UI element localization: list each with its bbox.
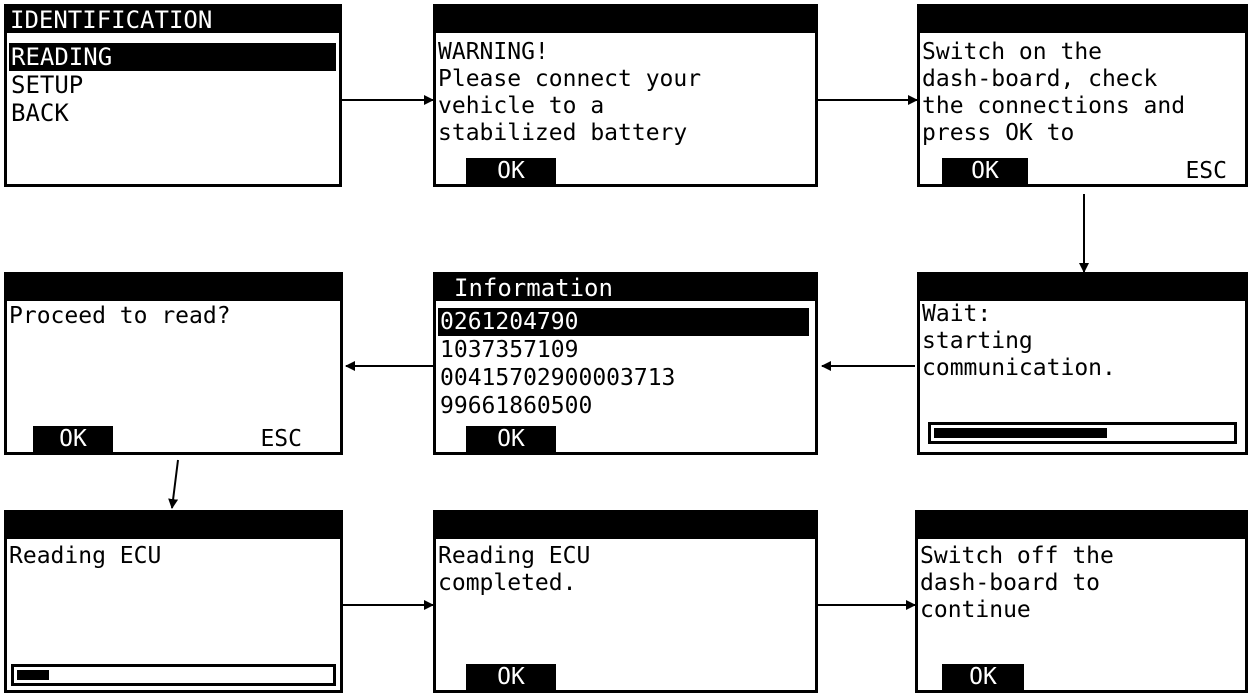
info-item-4[interactable]: 99661860500	[440, 392, 592, 420]
warning-line-2: Please connect your	[438, 66, 702, 92]
reading-line-1: Reading ECU	[9, 543, 162, 569]
ok-button[interactable]: OK	[466, 426, 556, 452]
wait-line-1: Wait:	[922, 301, 992, 327]
screen-titlebar	[436, 513, 815, 539]
screen-titlebar	[920, 275, 1245, 301]
screen-titlebar	[920, 7, 1245, 33]
menu-item-back[interactable]: BACK	[11, 99, 69, 127]
completed-line-2: completed.	[438, 570, 577, 596]
progress-bar	[928, 422, 1237, 444]
screen-title: Information	[436, 275, 815, 301]
ok-button[interactable]: OK	[942, 158, 1028, 184]
menu-item-setup[interactable]: SETUP	[11, 71, 83, 99]
ok-button[interactable]: OK	[466, 158, 556, 184]
completed-line-1: Reading ECU	[438, 543, 591, 569]
esc-button[interactable]: ESC	[260, 426, 302, 452]
switch-off-line-1: Switch off the	[920, 543, 1114, 569]
screen-proceed: Proceed to read? OK ESC	[4, 272, 343, 455]
screen-titlebar	[7, 275, 340, 301]
screen-titlebar	[436, 7, 815, 33]
switch-off-line-3: continue	[920, 597, 1031, 623]
switch-on-line-1: Switch on the	[922, 39, 1103, 65]
screen-warning: WARNING! Please connect your vehicle to …	[433, 4, 818, 187]
screen-wait: Wait: starting communication.	[917, 272, 1248, 455]
screen-titlebar	[7, 513, 340, 539]
ok-button[interactable]: OK	[942, 664, 1024, 690]
esc-button[interactable]: ESC	[1185, 158, 1227, 184]
wait-line-2: starting	[922, 328, 1033, 354]
wait-line-3: communication.	[922, 355, 1116, 381]
screen-completed: Reading ECU completed. OK	[433, 510, 818, 693]
progress-bar	[11, 664, 336, 686]
warning-line-4: stabilized battery	[438, 120, 688, 146]
switch-on-line-2: dash-board, check	[922, 66, 1158, 92]
arrow-proceed-to-reading	[168, 459, 179, 509]
screen-reading: Reading ECU	[4, 510, 343, 693]
screen-switch-on: Switch on the dash-board, check the conn…	[917, 4, 1248, 187]
progress-fill	[17, 670, 50, 680]
proceed-line-1: Proceed to read?	[9, 303, 231, 329]
switch-off-line-2: dash-board to	[920, 570, 1101, 596]
screen-information: Information 0261204790 1037357109 004157…	[433, 272, 818, 455]
screen-title: IDENTIFICATION	[7, 7, 339, 33]
info-item-3[interactable]: 00415702900003713	[440, 364, 675, 392]
info-item-1[interactable]: 0261204790	[438, 308, 809, 336]
screen-switch-off: Switch off the dash-board to continue OK	[915, 510, 1248, 693]
screen-identification: IDENTIFICATION READING SETUP BACK	[4, 4, 342, 187]
switch-on-line-3: the connections and	[922, 93, 1186, 119]
info-item-2[interactable]: 1037357109	[440, 336, 578, 364]
screen-titlebar	[918, 513, 1245, 539]
warning-line-1: WARNING!	[438, 39, 549, 65]
menu-item-reading[interactable]: READING	[9, 43, 336, 71]
warning-line-3: vehicle to a	[438, 93, 605, 119]
switch-on-line-4: press OK to	[922, 120, 1075, 146]
ok-button[interactable]: OK	[466, 664, 556, 690]
ok-button[interactable]: OK	[33, 426, 113, 452]
progress-fill	[934, 428, 1107, 438]
